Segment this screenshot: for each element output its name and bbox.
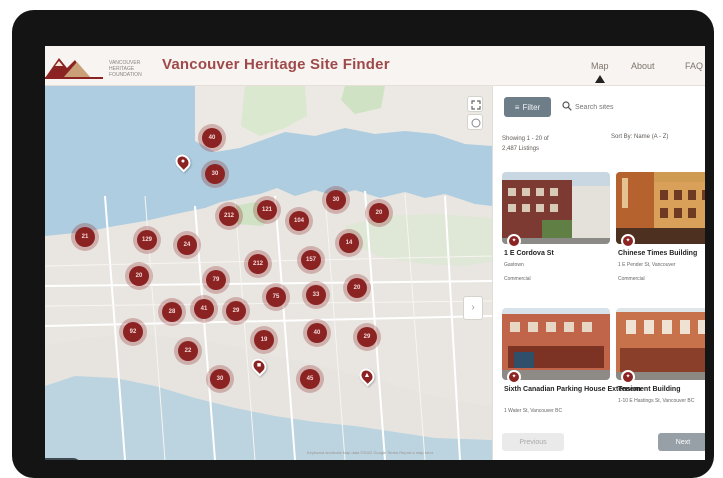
zoom-control[interactable]: › — [463, 296, 483, 320]
map-cluster-marker[interactable]: 40 — [202, 128, 222, 148]
map-cluster-marker[interactable]: 29 — [357, 327, 377, 347]
map-cluster-marker[interactable]: 22 — [178, 341, 198, 361]
listing-photo — [502, 308, 610, 380]
map-cluster-marker[interactable]: 92 — [123, 322, 143, 342]
heritage-badge-icon: ✦ — [507, 234, 521, 248]
listing-title: Tenement Building — [618, 386, 681, 393]
mountain-logo-icon — [45, 58, 103, 79]
listing-type: Commercial — [618, 276, 645, 282]
next-page-button[interactable]: Next — [658, 433, 705, 451]
map-cluster-marker[interactable]: 14 — [339, 233, 359, 253]
nav-about[interactable]: About — [631, 61, 655, 71]
listing-address: 1 Water St, Vancouver BC — [504, 408, 563, 414]
filter-button[interactable]: ≡ Filter — [504, 97, 551, 117]
tablet-frame: VANCOUVER HERITAGE FOUNDATION Vancouver … — [12, 10, 714, 478]
listing-title: Chinese Times Building — [618, 250, 698, 257]
site-title: Vancouver Heritage Site Finder — [162, 56, 390, 73]
map-cluster-marker[interactable]: 30 — [326, 190, 346, 210]
compass-icon — [471, 118, 481, 128]
listing-type: Commercial — [504, 276, 531, 282]
map-base-layer — [45, 86, 492, 460]
site-logo[interactable]: VANCOUVER HERITAGE FOUNDATION — [45, 52, 157, 82]
listing-address: Gastown — [504, 262, 524, 268]
fullscreen-icon — [471, 100, 481, 110]
person-icon: ● — [180, 158, 186, 165]
sort-label: Sort By: — [611, 134, 633, 140]
house-icon: ▲ — [363, 372, 371, 379]
active-nav-indicator — [595, 75, 605, 83]
map-cluster-marker[interactable]: 20 — [369, 203, 389, 223]
heritage-map[interactable]: › 40 30 30 20 121 212 104 129 21 14 24 2… — [45, 86, 492, 460]
map-cluster-marker[interactable]: 79 — [206, 270, 226, 290]
heritage-badge-icon: ✦ — [621, 234, 635, 248]
map-cluster-marker[interactable]: 20 — [129, 266, 149, 286]
fullscreen-button[interactable] — [467, 96, 483, 112]
map-cluster-marker[interactable]: 75 — [266, 287, 286, 307]
nav-map[interactable]: Map — [591, 61, 609, 71]
building-icon: ■ — [256, 362, 262, 369]
map-cluster-marker[interactable]: 28 — [162, 302, 182, 322]
site-header: VANCOUVER HERITAGE FOUNDATION Vancouver … — [45, 46, 705, 86]
nav-faq[interactable]: FAQ — [685, 61, 703, 71]
map-cluster-marker[interactable]: 212 — [248, 254, 268, 274]
search-icon — [562, 101, 572, 111]
map-attribution: Keyboard shortcuts Map data ©2022 Google… — [307, 450, 434, 455]
map-cluster-marker[interactable]: 41 — [194, 299, 214, 319]
sort-value: Name (A - Z) — [634, 134, 669, 140]
map-cluster-marker[interactable]: 24 — [177, 235, 197, 255]
compass-button[interactable] — [467, 114, 483, 130]
previous-page-button[interactable]: Previous — [502, 433, 564, 451]
map-cluster-marker[interactable]: 19 — [254, 330, 274, 350]
listing-address: 1-10 E Hastings St, Vancouver BC — [618, 398, 695, 404]
map-cluster-marker[interactable]: 129 — [137, 230, 157, 250]
filter-label: Filter — [522, 102, 541, 112]
map-cluster-marker[interactable]: 30 — [205, 164, 225, 184]
map-cluster-marker[interactable]: 33 — [306, 285, 326, 305]
heritage-badge-icon: ✦ — [621, 370, 635, 384]
map-cluster-marker[interactable]: 20 — [347, 278, 367, 298]
map-cluster-marker[interactable]: 157 — [301, 250, 321, 270]
listing-title: 1 E Cordova St — [504, 250, 554, 257]
map-cluster-marker[interactable]: 121 — [257, 200, 277, 220]
results-range: Showing 1 - 20 of — [502, 136, 549, 142]
map-cluster-marker[interactable]: 212 — [219, 206, 239, 226]
heritage-badge-icon: ✦ — [507, 370, 521, 384]
map-cluster-marker[interactable]: 104 — [289, 211, 309, 231]
listings-panel: ≡ Filter Showing 1 - 20 of 2,487 Listing… — [492, 86, 705, 460]
listing-photo — [502, 172, 610, 244]
search-input[interactable] — [575, 99, 695, 115]
filter-icon: ≡ — [514, 102, 520, 112]
map-cluster-marker[interactable]: 21 — [75, 227, 95, 247]
app-screen: VANCOUVER HERITAGE FOUNDATION Vancouver … — [45, 46, 705, 460]
listing-address: 1 E Pender St, Vancouver — [618, 262, 676, 268]
map-cluster-marker[interactable]: 30 — [210, 369, 230, 389]
map-cluster-marker[interactable]: 29 — [226, 301, 246, 321]
map-layer-toggle[interactable] — [45, 458, 81, 460]
map-cluster-marker[interactable]: 40 — [307, 323, 327, 343]
results-count: Showing 1 - 20 of 2,487 Listings — [502, 134, 549, 154]
results-total: 2,487 Listings — [502, 146, 540, 152]
map-cluster-marker[interactable]: 45 — [300, 369, 320, 389]
sort-control[interactable]: Sort By: Name (A - Z) — [611, 134, 668, 140]
logo-wordmark: VANCOUVER HERITAGE FOUNDATION — [109, 60, 142, 78]
